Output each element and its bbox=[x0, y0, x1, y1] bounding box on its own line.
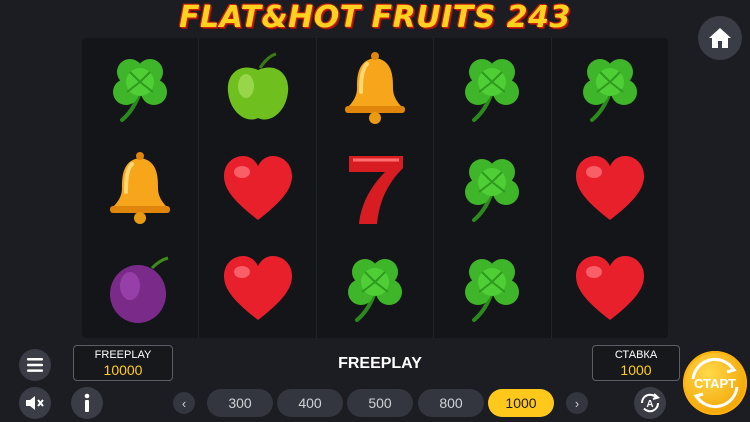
bell-icon bbox=[82, 138, 198, 238]
chevron-left-icon: ‹ bbox=[181, 395, 187, 411]
clover-icon bbox=[552, 38, 668, 138]
menu-icon bbox=[27, 358, 43, 372]
bet-option[interactable]: 400 bbox=[277, 389, 343, 417]
clover-icon bbox=[317, 238, 433, 338]
reel-4 bbox=[434, 38, 552, 338]
apple-icon bbox=[199, 38, 315, 138]
balance-panel: FREEPLAY 10000 bbox=[73, 345, 173, 381]
bet-option[interactable]: 1000 bbox=[488, 389, 554, 417]
clover-icon bbox=[434, 238, 550, 338]
heart-icon bbox=[552, 238, 668, 338]
clover-icon bbox=[434, 38, 550, 138]
bet-option[interactable]: 800 bbox=[418, 389, 484, 417]
info-button[interactable] bbox=[71, 387, 103, 419]
info-icon bbox=[84, 393, 90, 412]
autoplay-button[interactable]: A bbox=[634, 387, 666, 419]
home-icon bbox=[709, 28, 731, 48]
home-button[interactable] bbox=[698, 16, 742, 60]
heart-icon bbox=[199, 138, 315, 238]
chevron-right-icon: › bbox=[574, 395, 580, 411]
balance-label: FREEPLAY bbox=[94, 349, 152, 361]
status-text: FREEPLAY bbox=[338, 355, 422, 372]
balance-value: 10000 bbox=[103, 362, 143, 378]
mute-icon bbox=[26, 396, 44, 410]
autoplay-icon: A bbox=[640, 393, 661, 413]
clover-icon bbox=[434, 138, 550, 238]
menu-button[interactable] bbox=[19, 349, 51, 381]
bet-prev-button[interactable]: ‹ bbox=[173, 392, 195, 414]
bet-next-button[interactable]: › bbox=[566, 392, 588, 414]
reel-3 bbox=[317, 38, 435, 338]
seven-icon bbox=[317, 138, 433, 238]
reel-5 bbox=[552, 38, 668, 338]
start-button[interactable]: СТАРТ bbox=[683, 351, 747, 415]
sound-toggle-button[interactable] bbox=[19, 387, 51, 419]
stake-value: 1000 bbox=[620, 362, 652, 378]
reel-1 bbox=[82, 38, 200, 338]
bet-option[interactable]: 300 bbox=[207, 389, 273, 417]
plum-icon bbox=[82, 238, 198, 338]
bell-icon bbox=[317, 38, 433, 138]
reels-area bbox=[82, 38, 668, 338]
reel-2 bbox=[199, 38, 317, 338]
svg-text:A: A bbox=[646, 399, 653, 410]
clover-icon bbox=[82, 38, 198, 138]
start-label: СТАРТ bbox=[693, 375, 736, 391]
bet-option[interactable]: 500 bbox=[347, 389, 413, 417]
stake-panel: СТАВКА 1000 bbox=[592, 345, 680, 381]
heart-icon bbox=[199, 238, 315, 338]
stake-label: СТАВКА bbox=[614, 349, 658, 361]
heart-icon bbox=[552, 138, 668, 238]
game-title: FLAT&HOT FRUITS 243 bbox=[179, 0, 571, 35]
